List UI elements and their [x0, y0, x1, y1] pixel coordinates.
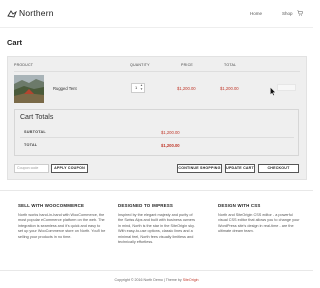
cart-totals-title: Cart Totals [20, 114, 54, 121]
totals-divider [20, 137, 294, 138]
column-header-product: PRODUCT [14, 63, 34, 67]
column-header-quantity: QUANTITY [130, 63, 150, 67]
widget-title-impress: DESIGNED TO IMPRESS [118, 203, 173, 208]
apply-coupon-button[interactable]: APPLY COUPON [51, 164, 88, 173]
item-total: $1,200.00 [220, 86, 239, 91]
total-label: TOTAL [24, 143, 38, 147]
subtotal-value: $1,200.00 [161, 130, 180, 135]
nav-shop[interactable]: Shop [282, 11, 293, 16]
cart-totals-box [14, 109, 299, 156]
cart-icon[interactable] [297, 10, 303, 16]
checkout-button[interactable]: CHECKOUT [258, 164, 299, 173]
column-header-price: PRICE [181, 63, 193, 67]
subtotal-label: SUBTOTAL [24, 130, 46, 134]
copyright-prefix: Copyright © 2016 North Demo | Theme by [114, 278, 183, 282]
widget-title-css: DESIGN WITH CSS [218, 203, 261, 208]
widget-title-woocommerce: SELL WITH WOOCOMMERCE [18, 203, 85, 208]
table-divider [14, 71, 300, 72]
widget-text-impress: Inspired by the elegant majesty and puri… [118, 213, 196, 245]
continue-shopping-button[interactable]: CONTINUE SHOPPING [177, 164, 222, 173]
product-thumbnail[interactable] [14, 75, 44, 103]
update-cart-button[interactable]: UPDATE CART [225, 164, 255, 173]
siteorigin-link[interactable]: SiteOrigin [183, 278, 199, 282]
footer-divider [0, 190, 313, 191]
coupon-code-input[interactable]: Coupon code [14, 164, 49, 173]
bird-logo-icon[interactable] [7, 9, 17, 19]
item-price: $1,200.00 [177, 86, 196, 91]
widget-text-woocommerce: North works hand-in-hand with WooCommerc… [18, 213, 106, 239]
product-name-link[interactable]: Rugged Tent [53, 86, 77, 91]
widget-text-css: North and SiteOrigin CSS editor - a powe… [218, 213, 300, 234]
site-header: Northern Home Shop [0, 0, 313, 28]
nav-home[interactable]: Home [250, 11, 262, 16]
site-logo[interactable]: Northern [19, 8, 54, 18]
quantity-stepper-icon[interactable]: ▲ ▼ [140, 83, 143, 91]
copyright-text: Copyright © 2016 North Demo | Theme by S… [0, 278, 313, 282]
copyright-divider [0, 270, 313, 271]
page-title: Cart [7, 38, 23, 47]
mouse-cursor-icon [270, 87, 276, 96]
total-value: $1,200.00 [161, 143, 180, 148]
column-header-total: TOTAL [224, 63, 237, 67]
remove-item-button[interactable] [277, 84, 296, 91]
